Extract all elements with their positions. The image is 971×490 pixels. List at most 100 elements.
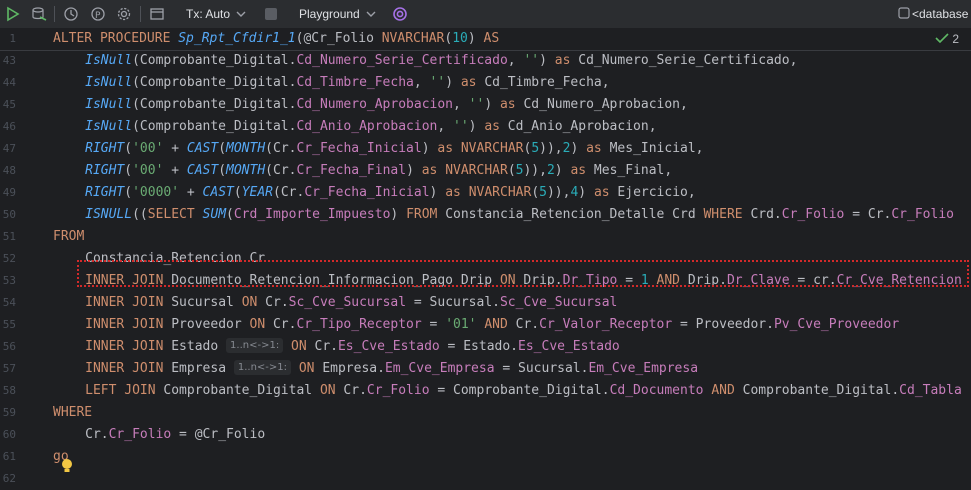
line-number: 59 — [2, 406, 16, 419]
column-token: Cr_Tipo_Receptor — [296, 317, 422, 332]
code-line[interactable]: INNER JOIN Sucursal ON Cr.Sc_Cve_Sucursa… — [85, 292, 617, 314]
keyword-token: ALTER PROCEDURE — [53, 31, 179, 46]
playground-dropdown[interactable]: Playground — [299, 0, 376, 28]
database-selector[interactable]: <database — [898, 0, 968, 28]
code-line[interactable]: LEFT JOIN Comprobante_Digital ON Cr.Cr_F… — [85, 380, 962, 402]
code-line[interactable]: INNER JOIN Estado 1..n<->1: ON Cr.Es_Cve… — [85, 336, 620, 358]
text-token: ( — [444, 31, 453, 46]
column-token: Cr_Fecha_Inicial — [304, 185, 430, 200]
number-token: 10 — [452, 31, 468, 46]
function-token: RIGHT — [85, 141, 125, 156]
code-line[interactable]: RIGHT('00' + CAST(MONTH(Cr.Cr_Fecha_Fina… — [85, 160, 672, 182]
svg-text:P: P — [95, 11, 101, 21]
text-token: Cd_Numero_Aprobacion, — [515, 97, 688, 112]
procedure-header-code[interactable]: ALTER PROCEDURE Sp_Rpt_Cfdir1_1(@Cr_Foli… — [53, 28, 499, 50]
code-line[interactable]: IsNull(Comprobante_Digital.Cd_Anio_Aprob… — [85, 116, 656, 138]
line-number: 48 — [2, 164, 16, 177]
keyword-token: FROM — [53, 229, 85, 244]
code-line[interactable]: Cr.Cr_Folio = @Cr_Folio — [85, 424, 265, 446]
text-token: Empresa — [163, 361, 234, 376]
code-line[interactable]: INNER JOIN Documento_Retencion_Informaci… — [85, 270, 962, 292]
code-line[interactable]: IsNull(Comprobante_Digital.Cd_Numero_Apr… — [85, 94, 688, 116]
transaction-mode-label: Tx: Auto — [186, 7, 231, 21]
function-token: SUM — [202, 207, 227, 222]
number-token: 1 — [640, 273, 649, 288]
function-token: IsNull — [85, 53, 133, 68]
number-token: 2 — [546, 163, 555, 178]
text-token: ) — [406, 163, 422, 178]
keyword-token: as — [586, 141, 602, 156]
code-line[interactable]: INNER JOIN Empresa 1..n<->1: ON Empresa.… — [85, 358, 698, 380]
column-token: Cr_Folio — [366, 383, 430, 398]
text-token: ) — [429, 185, 446, 200]
code-line[interactable]: RIGHT('0000' + CAST(YEAR(Cr.Cr_Fecha_Ini… — [85, 182, 696, 204]
text-token: (( — [132, 207, 148, 222]
ai-assistant-icon[interactable] — [392, 0, 408, 28]
text-token: ( — [124, 185, 133, 200]
text-token: = — [617, 273, 641, 288]
keyword-token: INNER JOIN — [85, 317, 164, 332]
explain-plan-icon[interactable] — [30, 0, 48, 28]
keyword-token: as — [484, 119, 500, 134]
parameters-icon[interactable]: P — [90, 0, 106, 28]
relation-hint[interactable]: 1..n<->1: — [226, 338, 284, 353]
function-token: IsNull — [85, 75, 133, 90]
function-token: Sp_Rpt_Cfdir1_1 — [178, 31, 296, 46]
line-number: 56 — [2, 340, 16, 353]
column-token: Crd_Importe_Impuesto — [233, 207, 391, 222]
line-number: 61 — [2, 450, 16, 463]
sql-editor[interactable]: 1 ALTER PROCEDURE Sp_Rpt_Cfdir1_1(@Cr_Fo… — [0, 28, 971, 485]
keyword-token: INNER JOIN — [85, 339, 164, 354]
code-line[interactable]: WHERE — [53, 402, 92, 424]
text-token: ) — [484, 97, 500, 112]
code-line[interactable]: RIGHT('00' + CAST(MONTH(Cr.Cr_Fecha_Inic… — [85, 138, 703, 160]
code-line[interactable]: IsNull(Comprobante_Digital.Cd_Numero_Ser… — [85, 50, 797, 72]
text-token: , — [507, 53, 524, 68]
text-token: )), — [546, 185, 571, 200]
line-number: 1 — [9, 32, 16, 45]
column-token: Cr_Folio — [781, 207, 845, 222]
keyword-token: INNER JOIN — [85, 295, 164, 310]
vertical-scrollbar[interactable] — [963, 28, 971, 484]
sticky-header-line[interactable]: 1 ALTER PROCEDURE Sp_Rpt_Cfdir1_1(@Cr_Fo… — [0, 28, 971, 51]
keyword-token: ON — [298, 361, 315, 376]
text-token: Cd_Anio_Aprobacion, — [499, 119, 657, 134]
relation-hint[interactable]: 1..n<->1: — [233, 360, 292, 375]
number-token: 5 — [539, 185, 547, 200]
line-number: 47 — [2, 142, 16, 155]
code-line[interactable]: FROM — [53, 226, 84, 248]
text-token: Cd_Numero_Serie_Certificado, — [570, 53, 798, 68]
transaction-mode-dropdown[interactable]: Tx: Auto — [186, 0, 246, 28]
history-icon[interactable] — [63, 0, 79, 28]
column-token: Dr_Tipo — [562, 273, 618, 288]
string-token: '01' — [445, 317, 477, 332]
code-line[interactable]: INNER JOIN Proveedor ON Cr.Cr_Tipo_Recep… — [85, 314, 899, 336]
keyword-token: LEFT JOIN — [85, 383, 156, 398]
inspection-widget[interactable]: 2 — [935, 28, 959, 50]
text-token: ( — [531, 185, 540, 200]
run-icon[interactable] — [6, 0, 20, 28]
gear-icon[interactable] — [116, 0, 132, 28]
line-number: 55 — [2, 318, 16, 331]
function-token: YEAR — [241, 185, 273, 200]
code-line[interactable]: IsNull(Comprobante_Digital.Cd_Timbre_Fec… — [85, 72, 609, 94]
chevron-down-icon — [366, 7, 376, 21]
text-token: (Comprobante_Digital. — [132, 75, 297, 90]
text-token: = Sucursal. — [406, 295, 500, 310]
text-token: (Cr. — [265, 141, 297, 156]
lightbulb-icon[interactable] — [60, 458, 74, 478]
line-number: 46 — [2, 120, 16, 133]
code-line[interactable]: Constancia_Retencion Cr — [85, 248, 265, 270]
function-token: MONTH — [226, 163, 266, 178]
text-token: ( — [124, 163, 133, 178]
stop-icon[interactable] — [264, 0, 278, 28]
text-token: = Proveedor. — [672, 317, 774, 332]
string-token: '' — [523, 53, 540, 68]
output-panel-icon[interactable] — [149, 0, 165, 28]
keyword-token: ON — [241, 295, 258, 310]
code-line[interactable]: ISNULL((SELECT SUM(Crd_Importe_Impuesto)… — [85, 204, 954, 226]
keyword-token: AS — [483, 31, 500, 46]
text-token: ) — [468, 119, 485, 134]
